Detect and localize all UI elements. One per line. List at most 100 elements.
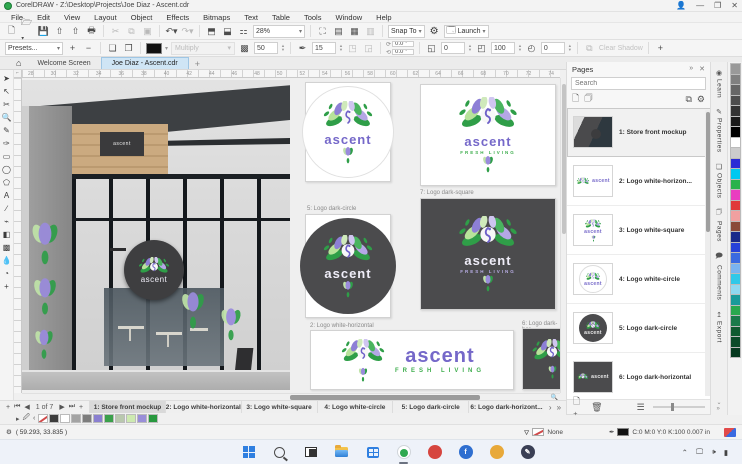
document-color-swatch[interactable] xyxy=(71,414,82,423)
scale-icon[interactable]: ⚏ xyxy=(237,25,250,38)
print-icon[interactable]: 🖶 xyxy=(85,25,98,38)
remove-preset-icon[interactable]: − xyxy=(82,42,95,55)
menu-edit[interactable]: Edit xyxy=(30,13,57,22)
docker-close-icon[interactable]: ✕ xyxy=(699,65,705,73)
document-color-swatch[interactable] xyxy=(82,414,93,423)
pages-search-input[interactable] xyxy=(572,80,705,87)
page-tab-1[interactable]: 1: Store front mockup xyxy=(89,401,165,413)
page-tab-2[interactable]: 2: Logo white-horizontal xyxy=(164,401,241,413)
photo-paint-button[interactable] xyxy=(426,444,443,461)
tab-document[interactable]: Joe Diaz - Ascent.cdr xyxy=(100,57,189,69)
palette-eyedropper-icon[interactable]: 🖉 xyxy=(23,413,30,424)
fullscreen-preview-icon[interactable]: ⛶ xyxy=(316,25,329,38)
shadow-tool-b-icon[interactable]: ❐ xyxy=(122,42,135,55)
close-button[interactable]: ✕ xyxy=(731,1,738,10)
page-tab-4[interactable]: 4: Logo white-circle xyxy=(316,401,393,413)
pages-options-gear-icon[interactable]: ⚙ xyxy=(697,94,705,105)
tab-pages[interactable]: 🗇 Pages xyxy=(716,205,723,245)
new-tab-button[interactable]: + xyxy=(189,59,206,69)
launch-dropdown[interactable]: 🗔 Launch ▾ xyxy=(443,24,489,38)
feather-stepper[interactable]: ▲ ▼ xyxy=(339,44,343,52)
shadow-color-swatch[interactable] xyxy=(146,42,162,54)
page-item-4[interactable]: ascent 4: Logo white-circle xyxy=(567,255,711,304)
storefront-mockup-page[interactable]: ascent ascent xyxy=(22,80,290,390)
menu-bitmaps[interactable]: Bitmaps xyxy=(196,13,237,22)
status-gear-icon[interactable]: ⚙ xyxy=(6,428,12,436)
customize-plus-icon[interactable]: + xyxy=(654,42,667,55)
shadow-fade-input[interactable] xyxy=(540,42,565,54)
taskbar-search-button[interactable] xyxy=(271,444,288,461)
palette-scroll-left-icon[interactable]: ‹ xyxy=(33,415,35,422)
tab-welcome-screen[interactable]: Welcome Screen xyxy=(27,57,100,69)
volume-icon[interactable]: 🕩 xyxy=(711,447,716,457)
document-color-swatch[interactable] xyxy=(49,414,60,423)
artboard-dark-horizontal[interactable] xyxy=(522,328,560,390)
shadow-angle-a-input[interactable] xyxy=(391,41,414,47)
aftershot-button[interactable]: ✎ xyxy=(519,444,536,461)
facing-pages-icon[interactable]: 🗇 xyxy=(584,91,592,107)
eyedropper-tool-icon[interactable]: 💧 xyxy=(1,254,13,266)
polygon-tool-icon[interactable]: ⬠ xyxy=(1,176,13,188)
home-icon[interactable]: ⌂ xyxy=(16,58,21,69)
capture-button[interactable] xyxy=(488,444,505,461)
add-preset-icon[interactable]: + xyxy=(66,42,79,55)
artboard-dark-circle[interactable]: ascent xyxy=(300,214,396,318)
feather-edge-icon[interactable]: ◲ xyxy=(362,42,375,55)
connector-tool-icon[interactable]: ⌁ xyxy=(1,215,13,227)
save-icon[interactable]: 💾 xyxy=(37,25,50,38)
menu-table[interactable]: Table xyxy=(265,13,297,22)
document-color-swatch[interactable] xyxy=(148,414,159,423)
file-explorer-button[interactable] xyxy=(333,444,350,461)
tray-chevron-icon[interactable]: ⌃ xyxy=(682,448,688,457)
copy-icon[interactable]: ⧉ xyxy=(125,25,138,38)
tab-learn[interactable]: ◉ Learn xyxy=(716,66,723,101)
outline-color-swatch[interactable] xyxy=(617,428,630,436)
merge-mode-dropdown[interactable]: Multiply ▾ xyxy=(171,41,236,55)
page-layout-icon[interactable]: ⧉ xyxy=(685,94,691,105)
new-document-icon[interactable]: 🗋 xyxy=(5,25,18,38)
show-rulers-icon[interactable]: ▤ xyxy=(332,25,345,38)
start-button[interactable] xyxy=(240,444,257,461)
user-account-icon[interactable]: 👤 xyxy=(676,1,686,10)
outline-tool-icon[interactable]: ◔ xyxy=(1,267,13,279)
menu-view[interactable]: View xyxy=(57,13,87,22)
paste-icon[interactable]: ▣ xyxy=(141,25,154,38)
tab-comments[interactable]: 🗩 Comments xyxy=(715,249,723,303)
interactive-fill-tool-icon[interactable]: ◧ xyxy=(1,228,13,240)
feather-input[interactable] xyxy=(311,42,336,54)
menu-text[interactable]: Text xyxy=(237,13,265,22)
menu-effects[interactable]: Effects xyxy=(159,13,196,22)
shadow-opacity-input[interactable] xyxy=(254,42,279,54)
document-color-swatch[interactable] xyxy=(115,414,126,423)
next-page-icon[interactable]: ▶ xyxy=(59,403,64,411)
page-tab-6[interactable]: 6: Logo dark-horizont... xyxy=(468,401,544,413)
page-tab-5[interactable]: 5: Logo dark-circle xyxy=(392,401,469,413)
import-icon[interactable]: ⇧ xyxy=(53,25,66,38)
document-color-swatch[interactable] xyxy=(60,414,71,423)
tab-strip-overflow-icon[interactable]: ⌄» xyxy=(716,399,721,415)
opacity2-stepper[interactable]: ▲ ▼ xyxy=(518,44,522,52)
add-page-before-icon[interactable]: + xyxy=(6,404,10,411)
menu-tools[interactable]: Tools xyxy=(297,13,329,22)
page-setup-icon[interactable]: ⬓ xyxy=(221,25,234,38)
shadow-offset-input[interactable] xyxy=(440,42,465,54)
rectangle-tool-icon[interactable]: ▭ xyxy=(1,150,13,162)
offset-stepper[interactable]: ▲ ▼ xyxy=(468,44,472,52)
font-manager-button[interactable]: f xyxy=(457,444,474,461)
page-item-1[interactable]: 1: Store front mockup xyxy=(567,108,711,157)
copy-shadow-icon[interactable]: ⧉ xyxy=(583,42,596,55)
coreldraw-taskbar-button[interactable] xyxy=(395,444,412,464)
show-grid-icon[interactable]: ▦ xyxy=(348,25,361,38)
crop-tool-icon[interactable]: ✂ xyxy=(1,98,13,110)
document-color-swatch[interactable] xyxy=(137,414,148,423)
last-page-icon[interactable]: ⏭ xyxy=(69,403,75,411)
document-color-swatch[interactable] xyxy=(126,414,137,423)
task-view-button[interactable] xyxy=(302,444,319,461)
open-document-icon[interactable]: 🗁▾ xyxy=(21,17,34,43)
new-page-icon[interactable]: 🗋⁺ xyxy=(573,394,583,421)
undo-icon[interactable]: ↶▾ xyxy=(165,25,178,38)
fade-stepper[interactable]: ▲ ▼ xyxy=(568,44,572,52)
artboard-white-horizontal[interactable]: ascent FRESH LIVING xyxy=(310,330,514,390)
tab-objects[interactable]: ❏ Objects xyxy=(716,160,723,202)
shadow-opacity2-input[interactable] xyxy=(490,42,515,54)
